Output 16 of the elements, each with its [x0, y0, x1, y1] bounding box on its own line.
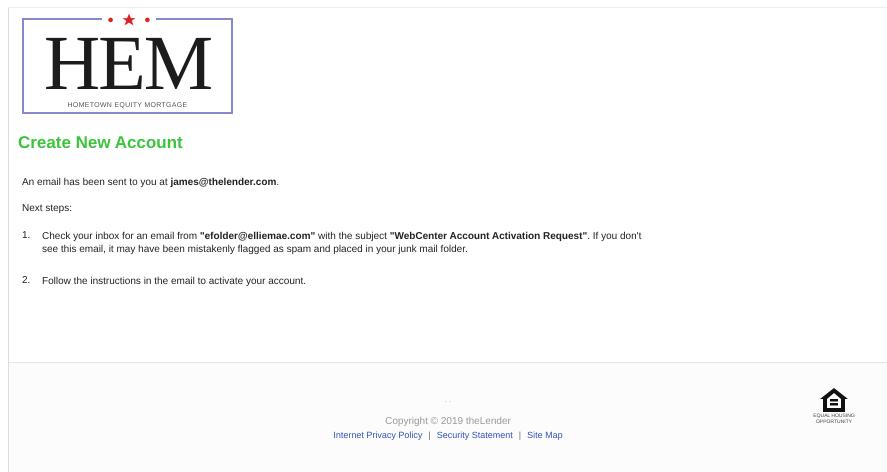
- house-icon: [819, 387, 849, 413]
- link-separator: |: [518, 430, 522, 440]
- copyright-text: Copyright © 2019 theLender: [385, 416, 511, 427]
- step-text: Check your inbox for an email from "efolder@elliemae.com" with the subject "WebCenter Account Activation Request". If you don't see this email, it may have been mistakenly flagged as spam and placed in your junk mail folder.: [42, 230, 642, 256]
- footer-dots: . .: [444, 395, 452, 404]
- page-heading: Create New Account: [18, 133, 184, 153]
- confirmation-text: An email has been sent to you at james@thelender.com.: [22, 177, 280, 188]
- step-number: 1.: [22, 230, 32, 243]
- footer-link[interactable]: Site Map: [527, 430, 563, 440]
- step-text: Follow the instructions in the email to activate your account.: [42, 275, 306, 288]
- link-separator: |: [428, 430, 431, 440]
- step-number: 2.: [22, 275, 32, 288]
- footer-link[interactable]: Security Statement: [436, 430, 513, 440]
- logo-wordmark: HEM: [44, 26, 212, 100]
- footer-link[interactable]: Internet Privacy Policy: [333, 430, 422, 440]
- next-steps-label: Next steps:: [22, 203, 74, 214]
